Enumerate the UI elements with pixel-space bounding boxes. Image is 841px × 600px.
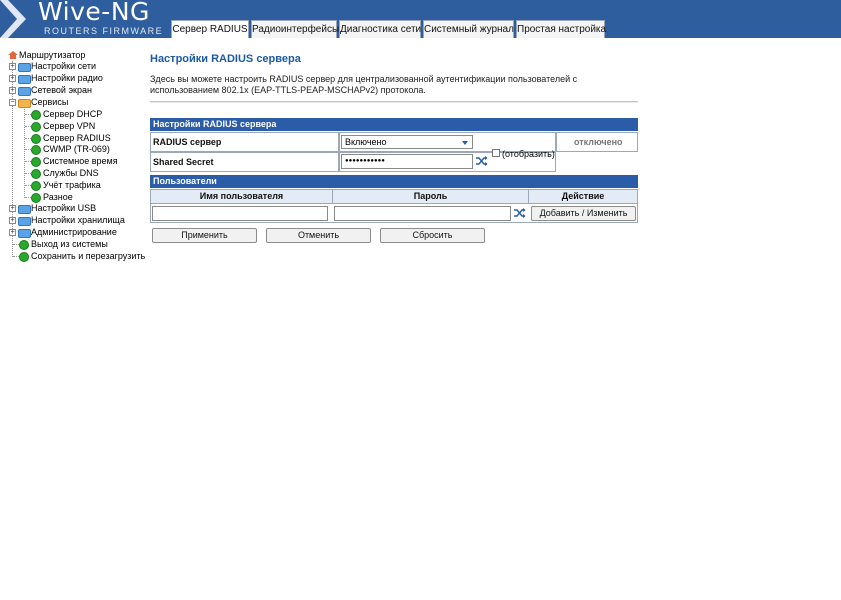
expand-icon[interactable]: + (9, 87, 16, 94)
shared-secret-label: Shared Secret (153, 157, 214, 167)
logo-chevron-icon (0, 0, 26, 38)
page-title: Настройки RADIUS сервера (150, 53, 301, 65)
radius-status: отключено (574, 137, 623, 147)
divider (150, 101, 638, 103)
tab-radio-interfaces[interactable]: Радиоинтерфейсы (251, 20, 339, 38)
page-description: Здесь вы можете настроить RADIUS сервер … (150, 74, 578, 95)
leaf-icon (31, 110, 41, 120)
home-icon (8, 51, 18, 59)
sidebar-item-label: Настройки сети (31, 61, 96, 71)
folder-icon (18, 87, 31, 96)
expand-icon[interactable]: + (9, 75, 16, 82)
sidebar-item-label: Сохранить и перезагрузить (31, 251, 146, 261)
open-folder-icon (18, 99, 31, 108)
folder-icon (18, 217, 31, 226)
password-input[interactable] (334, 206, 511, 221)
username-input[interactable] (152, 206, 328, 221)
settings-section-header: Настройки RADIUS сервера (150, 118, 638, 131)
expand-icon[interactable]: + (9, 229, 16, 236)
leaf-icon (19, 240, 29, 250)
sidebar-item-label: Сервисы (31, 97, 69, 107)
chevron-down-icon (462, 141, 468, 145)
leaf-icon (31, 134, 41, 144)
leaf-icon (31, 145, 41, 155)
tab-radius-server[interactable]: Сервер RADIUS (171, 20, 249, 38)
col-header-password: Пароль (332, 189, 529, 204)
reset-button[interactable]: Сбросить (380, 228, 485, 243)
sidebar-item-label: Сервер VPN (43, 121, 96, 131)
radius-server-select-value: Включено (345, 137, 387, 147)
sidebar-item-label: Службы DNS (43, 168, 99, 178)
sidebar-item-label: CWMP (TR-069) (43, 144, 110, 154)
folder-icon (18, 205, 31, 214)
tab-system-log[interactable]: Системный журнал (423, 20, 514, 38)
shared-secret-input[interactable]: ●●●●●●●●●●● (341, 154, 473, 169)
sidebar-item-label: Системное время (43, 156, 118, 166)
sidebar-item-label: Выход из системы (31, 239, 108, 249)
users-section-header: Пользователи (150, 175, 638, 188)
logo-subtitle: ROUTERS FIRMWARE (44, 26, 164, 36)
logo-title: Wive-NG (38, 0, 150, 26)
radius-server-select[interactable]: Включено (341, 135, 473, 149)
sidebar-item-label: Сетевой экран (31, 85, 92, 95)
leaf-icon (19, 252, 29, 262)
expand-icon[interactable]: + (9, 63, 16, 70)
leaf-icon (31, 181, 41, 191)
show-secret-label: (отобразить) (502, 149, 555, 159)
show-secret-checkbox[interactable] (492, 149, 500, 157)
folder-icon (18, 229, 31, 238)
add-edit-user-button[interactable]: Добавить / Изменить (531, 206, 636, 221)
sidebar-item-label: Сервер DHCP (43, 109, 103, 119)
shuffle-icon[interactable] (514, 208, 526, 218)
radius-server-label: RADIUS сервер (153, 137, 222, 147)
shuffle-icon[interactable] (476, 156, 488, 166)
expand-icon[interactable]: + (9, 217, 16, 224)
collapse-icon[interactable]: − (9, 99, 16, 106)
apply-button[interactable]: Применить (152, 228, 257, 243)
sidebar-item-label: Учёт трафика (43, 180, 101, 190)
leaf-icon (31, 122, 41, 132)
sidebar-item-label: Администрирование (31, 227, 117, 237)
expand-icon[interactable]: + (9, 205, 16, 212)
tab-easy-setup[interactable]: Простая настройка (516, 20, 606, 38)
leaf-icon (31, 157, 41, 167)
col-header-username: Имя пользователя (150, 189, 333, 204)
tab-network-diagnostics[interactable]: Диагностика сети (339, 20, 421, 38)
top-bar: Wive-NG ROUTERS FIRMWARE Сервер RADIUS Р… (0, 0, 841, 38)
cancel-button[interactable]: Отменить (266, 228, 371, 243)
folder-icon (18, 63, 31, 72)
col-header-action: Действие (528, 189, 638, 204)
sidebar-item-label: Настройки хранилища (31, 215, 125, 225)
folder-icon (18, 75, 31, 84)
sidebar-item-label: Настройки USB (31, 203, 97, 213)
leaf-icon (31, 169, 41, 179)
sidebar-item-label: Настройки радио (31, 73, 103, 83)
